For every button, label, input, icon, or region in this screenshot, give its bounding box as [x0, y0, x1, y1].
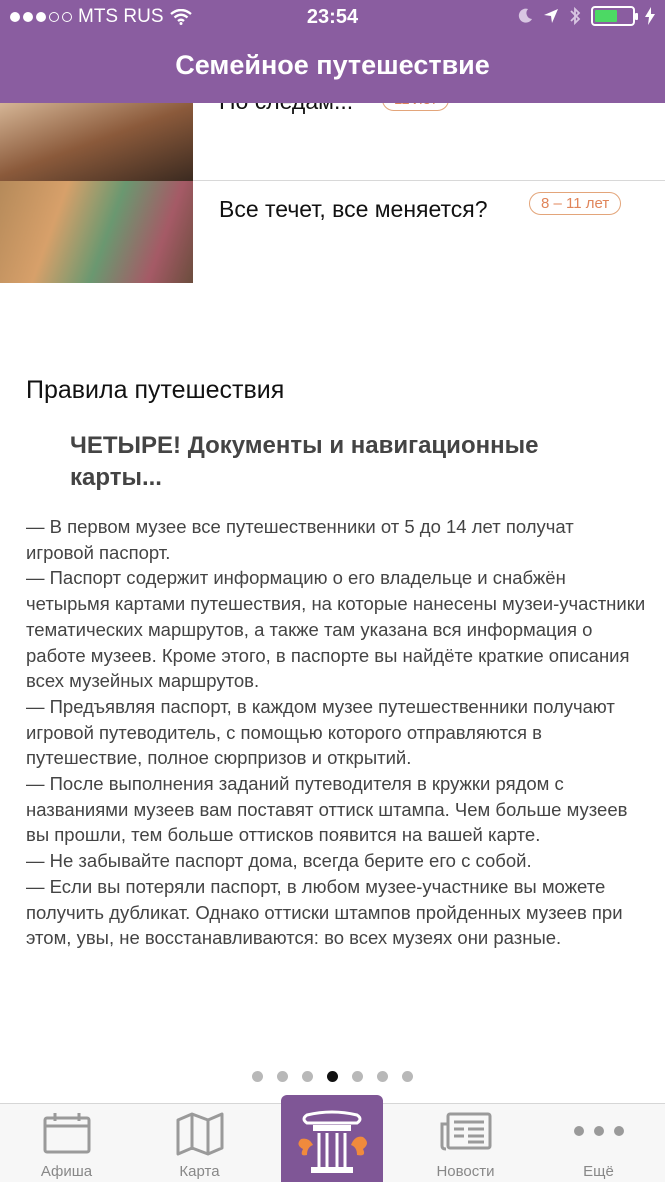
page-dot[interactable] — [352, 1071, 363, 1082]
location-arrow-icon — [544, 9, 558, 23]
page-dot[interactable] — [402, 1071, 413, 1082]
tab-news[interactable]: Новости — [399, 1104, 532, 1182]
page-indicator[interactable] — [0, 1071, 665, 1082]
page-dot[interactable] — [252, 1071, 263, 1082]
page-title: Семейное путешествие — [175, 50, 490, 80]
moon-icon — [518, 8, 532, 23]
page-dot-active[interactable] — [327, 1071, 338, 1082]
calendar-icon — [43, 1113, 90, 1154]
page-dot[interactable] — [302, 1071, 313, 1082]
tab-label: Ещё — [583, 1163, 614, 1180]
tab-home[interactable] — [281, 1095, 383, 1182]
age-badge: 8 – 11 лет — [529, 192, 622, 215]
rule-paragraph: — Не забывайте паспорт дома, всегда бери… — [26, 850, 532, 872]
tab-map[interactable]: Карта — [133, 1104, 266, 1182]
battery-icon — [591, 6, 638, 26]
tab-bar: Афиша Карта Новости Ещё — [0, 1095, 665, 1182]
route-list-item[interactable]: Все течет, все меняется? 8 – 11 лет — [0, 181, 665, 283]
column-logo-icon — [298, 1110, 367, 1173]
status-bar: MTS RUS 23:54 — [0, 0, 665, 34]
rule-body: — В первом музее все путешественники от … — [26, 514, 646, 951]
page-dot[interactable] — [377, 1071, 388, 1082]
nav-header: MTS RUS 23:54 Семейное путешествие — [0, 0, 665, 103]
rule-paragraph: — В первом музее все путешественники от … — [26, 516, 574, 563]
tab-afisha[interactable]: Афиша — [0, 1104, 133, 1182]
bluetooth-icon — [570, 6, 581, 26]
rule-paragraph: — Предъявляя паспорт, в каждом музее пут… — [26, 695, 615, 769]
tab-more[interactable]: Ещё — [532, 1104, 665, 1182]
rule-paragraph: — После выполнения заданий путеводителя … — [26, 773, 628, 846]
news-icon — [440, 1112, 491, 1151]
rule-paragraph: — Паспорт содержит информацию о его влад… — [26, 567, 646, 692]
tab-label: Афиша — [40, 1163, 93, 1180]
page-dot[interactable] — [277, 1071, 288, 1082]
more-icon — [573, 1126, 624, 1136]
route-name: Все течет, все меняется? — [219, 196, 488, 222]
rule-heading: ЧЕТЫРЕ! Документы и навигационные карты.… — [70, 432, 539, 491]
rule-paragraph: — Если вы потеряли паспорт, в любом музе… — [26, 875, 623, 949]
section-title: Правила путешествия — [26, 376, 285, 404]
route-thumbnail — [0, 181, 193, 283]
tab-label: Карта — [179, 1163, 220, 1180]
map-icon — [176, 1112, 223, 1156]
charging-bolt-icon — [645, 7, 655, 25]
tab-label: Новости — [436, 1163, 495, 1180]
